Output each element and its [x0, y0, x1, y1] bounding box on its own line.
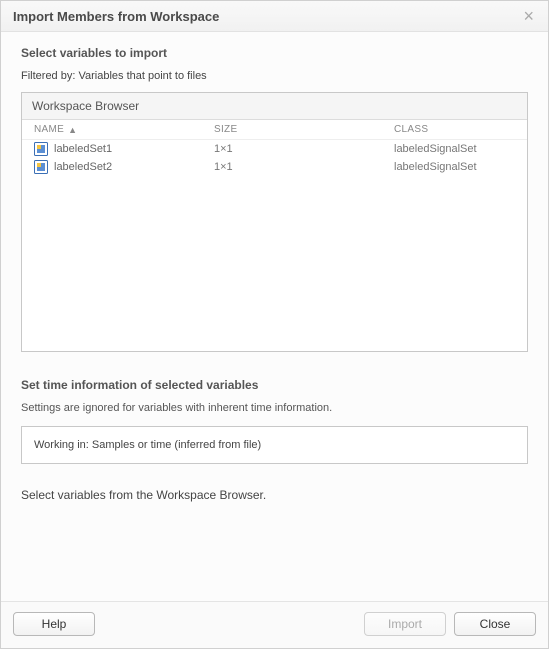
close-icon[interactable]: ×: [519, 7, 538, 25]
filter-label: Filtered by:: [21, 70, 75, 82]
workspace-table-header: NAME ▲ SIZE CLASS: [22, 120, 527, 140]
time-section-desc: Settings are ignored for variables with …: [21, 402, 528, 414]
column-header-size[interactable]: SIZE: [214, 124, 394, 135]
workspace-browser-title: Workspace Browser: [22, 93, 527, 120]
variable-icon: [34, 160, 48, 174]
workspace-table: NAME ▲ SIZE CLASS labeledS: [22, 120, 527, 351]
dialog-content: Select variables to import Filtered by: …: [1, 32, 548, 601]
variable-icon: [34, 142, 48, 156]
filter-line: Filtered by: Variables that point to fil…: [21, 70, 528, 82]
working-in-value: Samples or time (inferred from file): [92, 439, 261, 451]
column-header-name[interactable]: NAME ▲: [34, 124, 214, 135]
variable-class: labeledSignalSet: [394, 143, 515, 155]
variable-class: labeledSignalSet: [394, 161, 515, 173]
working-in-label: Working in:: [34, 439, 89, 451]
variable-name: labeledSet2: [54, 161, 112, 173]
select-variables-title: Select variables to import: [21, 46, 528, 60]
filter-value: Variables that point to files: [78, 70, 206, 82]
column-header-class[interactable]: CLASS: [394, 124, 515, 135]
column-header-name-label: NAME: [34, 124, 64, 135]
sort-ascending-icon: ▲: [68, 125, 77, 135]
working-in-panel: Working in: Samples or time (inferred fr…: [21, 426, 528, 464]
column-header-size-label: SIZE: [214, 124, 237, 135]
table-row[interactable]: labeledSet2 1×1 labeledSignalSet: [22, 158, 527, 176]
help-button[interactable]: Help: [13, 612, 95, 636]
workspace-browser-panel: Workspace Browser NAME ▲ SIZE CLASS: [21, 92, 528, 352]
import-button[interactable]: Import: [364, 612, 446, 636]
table-row[interactable]: labeledSet1 1×1 labeledSignalSet: [22, 140, 527, 158]
column-header-class-label: CLASS: [394, 124, 428, 135]
dialog-title: Import Members from Workspace: [13, 9, 219, 24]
variable-name: labeledSet1: [54, 143, 112, 155]
time-section-title: Set time information of selected variabl…: [21, 378, 528, 392]
titlebar: Import Members from Workspace ×: [1, 1, 548, 32]
variable-size: 1×1: [214, 161, 394, 173]
dialog-footer: Help Import Close: [1, 601, 548, 648]
close-button[interactable]: Close: [454, 612, 536, 636]
import-members-dialog: Import Members from Workspace × Select v…: [0, 0, 549, 649]
variable-size: 1×1: [214, 143, 394, 155]
selection-hint: Select variables from the Workspace Brow…: [21, 488, 528, 502]
